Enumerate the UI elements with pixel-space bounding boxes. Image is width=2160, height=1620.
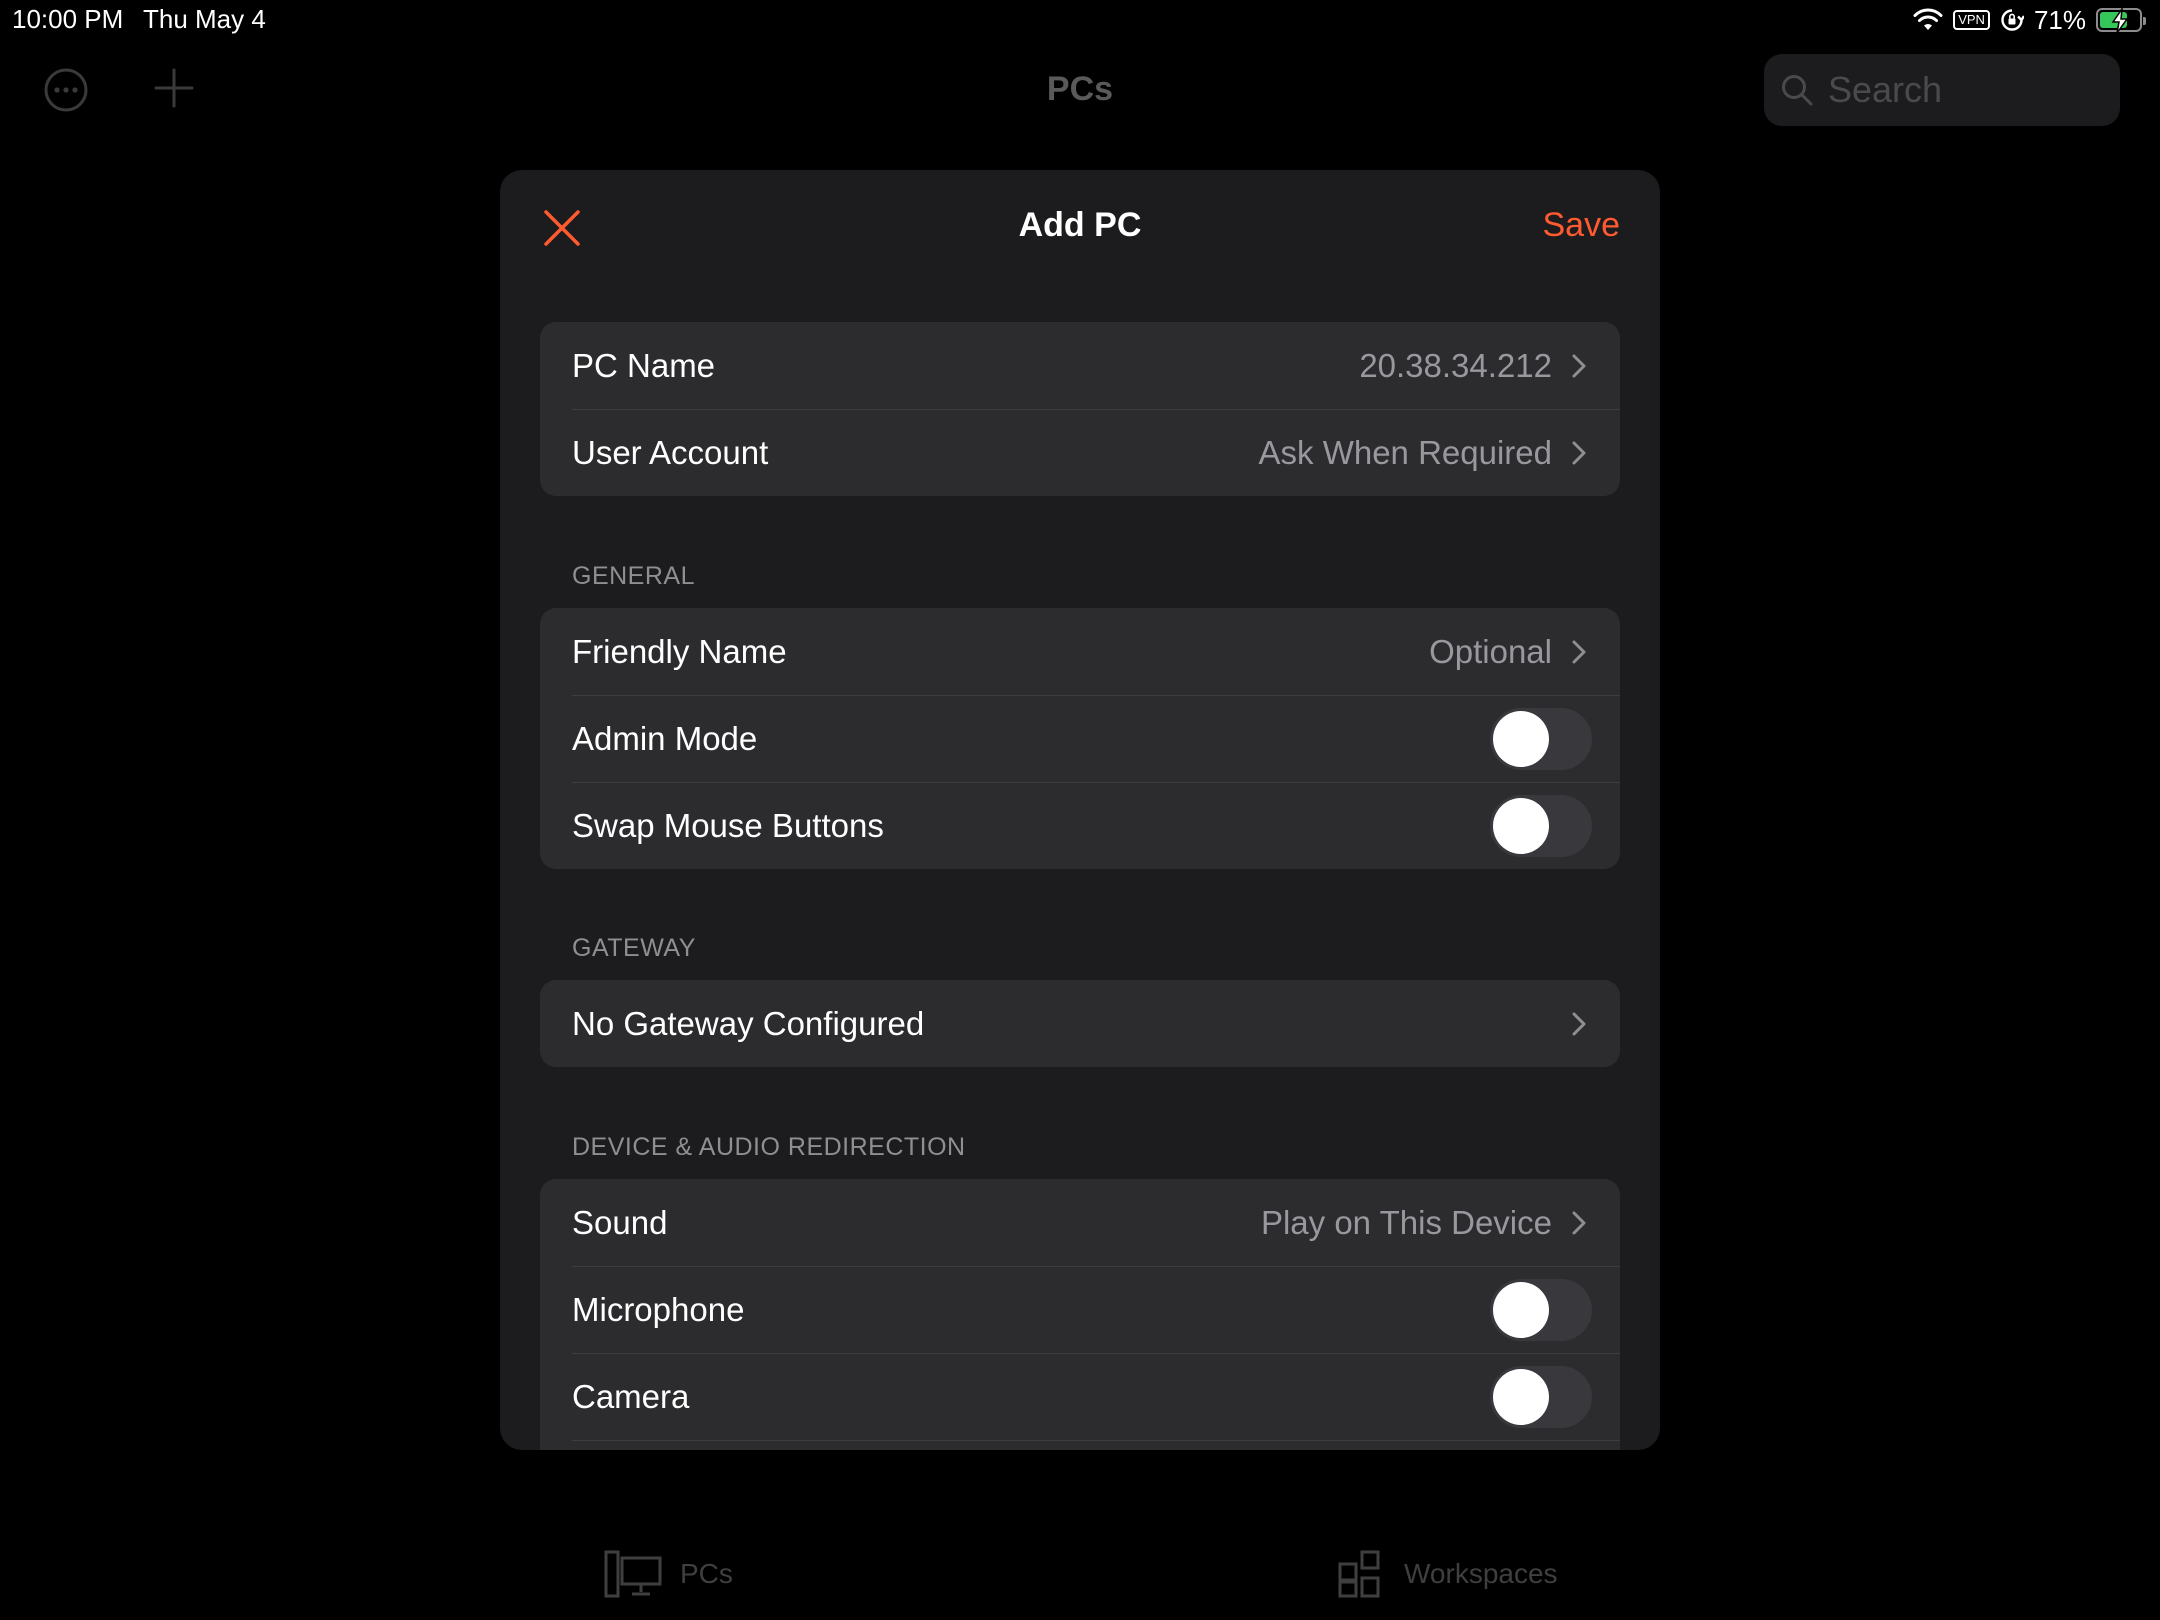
background-nav-bar: PCs Search <box>0 40 2160 140</box>
microphone-row: Microphone <box>540 1266 1620 1353</box>
sound-row[interactable]: Sound Play on This Device <box>540 1179 1620 1266</box>
toggle-knob <box>1493 797 1549 854</box>
toggle-knob <box>1493 1368 1549 1425</box>
search-icon <box>1782 75 1813 106</box>
row-label: No Gateway Configured <box>572 1004 925 1042</box>
row-value: Ask When Required <box>1258 433 1552 471</box>
tab-label: PCs <box>680 1558 733 1589</box>
search-placeholder: Search <box>1828 69 1943 110</box>
pc-name-row[interactable]: PC Name 20.38.34.212 <box>540 322 1620 409</box>
row-label: User Account <box>572 433 769 471</box>
row-label: Camera <box>572 1377 690 1415</box>
row-label: Admin Mode <box>572 719 758 757</box>
section-title-general: GENERAL <box>572 562 695 590</box>
chevron-right-icon <box>1572 1211 1586 1234</box>
toggle-knob <box>1493 710 1549 767</box>
general-group: Friendly Name Optional Admin Mode Swap M… <box>540 608 1620 869</box>
admin-mode-row: Admin Mode <box>540 695 1620 782</box>
swap-mouse-buttons-row: Swap Mouse Buttons <box>540 782 1620 869</box>
row-label: Sound <box>572 1203 668 1241</box>
row-value: Play on This Device <box>1260 1203 1552 1241</box>
row-value: Optional <box>1429 632 1552 670</box>
row-value: 20.38.34.212 <box>1359 346 1552 384</box>
chevron-right-icon <box>1572 354 1586 377</box>
pc-monitor-icon <box>604 1550 662 1598</box>
friendly-name-row[interactable]: Friendly Name Optional <box>540 608 1620 695</box>
gateway-group: No Gateway Configured <box>540 980 1620 1067</box>
section-title-gateway: GATEWAY <box>572 934 696 962</box>
battery-percent: 71% <box>2033 4 2086 35</box>
swap-mouse-buttons-toggle[interactable] <box>1490 794 1592 857</box>
section-title-device-audio: DEVICE & AUDIO REDIRECTION <box>572 1133 966 1161</box>
status-bar: 10:00 PM Thu May 4 VPN 71% <box>0 0 2160 40</box>
add-pc-modal: Add PC Save PC Name 20.38.34.212 User Ac… <box>500 170 1660 1450</box>
search-input[interactable]: Search <box>1764 54 2120 126</box>
gateway-row[interactable]: No Gateway Configured <box>540 980 1620 1067</box>
status-icons: VPN 71% <box>1913 4 2146 36</box>
battery-tip <box>2143 17 2146 25</box>
admin-mode-toggle[interactable] <box>1490 707 1592 770</box>
row-label: Friendly Name <box>572 632 787 670</box>
tab-pcs[interactable]: PCs <box>604 1550 733 1598</box>
save-button[interactable]: Save <box>1543 206 1621 245</box>
vpn-icon: VPN <box>1953 10 1990 30</box>
chevron-right-icon <box>1572 441 1586 464</box>
row-label: Microphone <box>572 1290 745 1328</box>
camera-toggle[interactable] <box>1490 1365 1592 1428</box>
row-label: Swap Mouse Buttons <box>572 806 884 844</box>
charging-bolt-icon <box>2111 8 2129 34</box>
rotation-lock-icon <box>2001 9 2024 31</box>
tab-label: Workspaces <box>1404 1558 1558 1589</box>
battery-charging-icon <box>2096 8 2146 34</box>
wifi-icon <box>1913 8 1943 30</box>
screen: 10:00 PM Thu May 4 VPN 71% PCs Search PC… <box>0 0 2160 1620</box>
microphone-toggle[interactable] <box>1490 1278 1592 1341</box>
camera-row: Camera <box>540 1353 1620 1440</box>
status-date: Thu May 4 <box>143 4 266 34</box>
tab-bar: PCs Workspaces <box>0 1540 2160 1620</box>
next-row-partial <box>540 1440 1620 1450</box>
device-audio-group: Sound Play on This Device Microphone Cam… <box>540 1179 1620 1450</box>
status-time: 10:00 PM <box>12 4 124 34</box>
modal-title: Add PC <box>1018 206 1142 244</box>
user-account-row[interactable]: User Account Ask When Required <box>540 409 1620 496</box>
workspaces-grid-icon <box>1338 1550 1380 1598</box>
tab-workspaces[interactable]: Workspaces <box>1338 1550 1558 1598</box>
connection-group: PC Name 20.38.34.212 User Account Ask Wh… <box>540 322 1620 496</box>
toggle-knob <box>1493 1281 1549 1338</box>
modal-header: Add PC Save <box>500 170 1660 280</box>
row-label: PC Name <box>572 346 716 384</box>
chevron-right-icon <box>1572 640 1586 663</box>
chevron-right-icon <box>1572 1012 1586 1035</box>
